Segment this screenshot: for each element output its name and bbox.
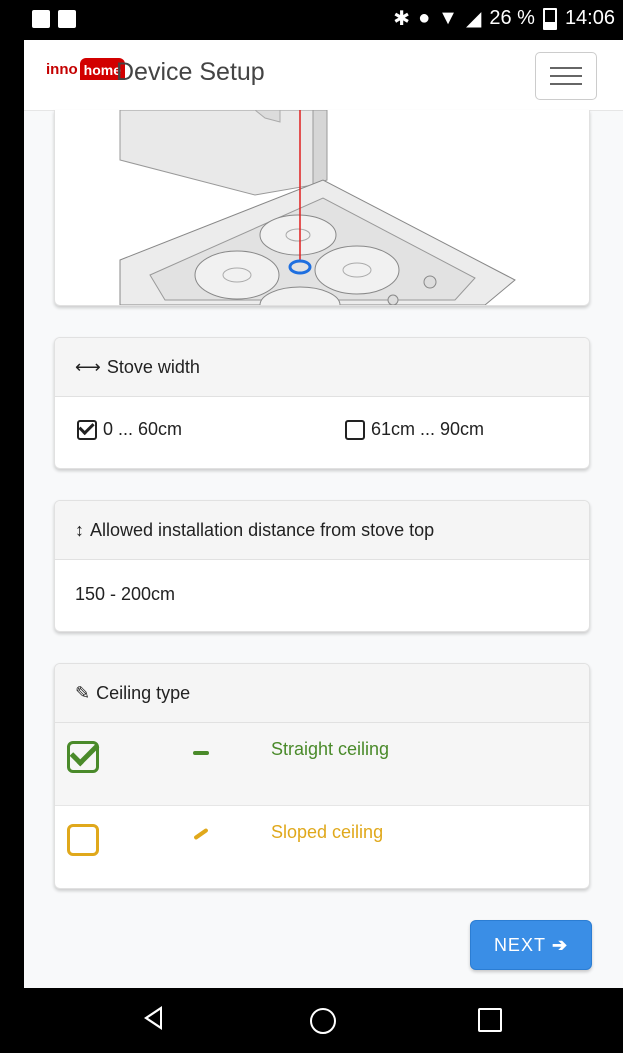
stove-width-title: Stove width [106,356,200,377]
battery-text: 26 % [489,7,535,29]
stove-width-header: ⟷ Stove width [55,338,589,397]
ceiling-header: ✎ Ceiling type [55,664,589,723]
distance-title: Allowed installation distance from stove… [90,519,435,540]
stove-width-card: ⟷ Stove width 0 ... 60cm 61cm ... 90cm [54,337,590,469]
option-label: 61cm ... 90cm [371,419,485,439]
menu-line [550,75,582,77]
checkbox-checked[interactable] [77,419,97,440]
bluetooth-icon: ✱ [393,8,411,30]
distance-value: 150 - 200cm [75,584,176,604]
straight-ceiling-option[interactable]: Straight ceiling [55,723,589,806]
battery-icon [542,7,557,30]
option-61-90[interactable]: 61cm ... 90cm [345,419,484,440]
stove-illustration-card [54,110,590,306]
dnd-icon: ● [418,7,431,29]
ceiling-title: Ceiling type [96,682,191,703]
option-label: 0 ... 60cm [103,419,183,439]
sloped-line-icon [193,827,209,841]
next-label: NEXT [493,934,546,955]
checkbox-unchecked[interactable] [345,419,365,440]
logo-inno: inno [46,60,78,78]
stove-illustration [119,110,516,305]
next-button[interactable]: NEXT ➔ [470,920,592,970]
straight-line-icon [193,751,209,755]
page-title: Device Setup [116,58,265,86]
checkbox-checked[interactable] [67,741,99,773]
straight-ceiling-label: Straight ceiling [271,739,390,759]
hamburger-menu-button[interactable] [535,52,597,100]
arrows-horizontal-icon: ⟷ [75,356,101,377]
recent-apps-icon[interactable] [478,1008,502,1032]
clock: 14:06 [564,7,615,29]
image-icon [58,10,76,28]
android-nav-bar [24,988,623,1053]
installation-distance-card: ↕ Allowed installation distance from sto… [54,500,590,632]
pencil-icon: ✎ [75,682,91,703]
app-bar: inno home Device Setup [24,40,623,111]
logo[interactable]: inno home [46,58,125,80]
option-0-60[interactable]: 0 ... 60cm [77,419,182,440]
checkbox-unchecked[interactable] [67,824,99,856]
app-screen: inno home Device Setup ⟷ Stove width 0 .… [24,40,623,988]
signal-icon: ◢ [465,8,482,30]
arrow-right-icon: ➔ [551,934,569,955]
outlook-icon [32,10,50,28]
stove-width-options: 0 ... 60cm 61cm ... 90cm [55,397,589,467]
distance-header: ↕ Allowed installation distance from sto… [55,501,589,560]
status-bar: ✱ ● ▼ ◢ 26 % 14:06 [24,0,623,40]
wifi-icon: ▼ [438,7,458,29]
sloped-ceiling-label: Sloped ceiling [271,822,384,842]
status-right: ✱ ● ▼ ◢ 26 % 14:06 [393,6,615,31]
ceiling-type-card: ✎ Ceiling type Straight ceiling Sloped c… [54,663,590,889]
sloped-ceiling-option[interactable]: Sloped ceiling [55,806,589,888]
menu-line [550,67,582,69]
menu-line [550,83,582,85]
back-icon[interactable] [144,1006,162,1030]
home-icon[interactable] [310,1008,336,1034]
status-left [32,10,76,28]
arrows-vertical-icon: ↕ [75,519,84,540]
